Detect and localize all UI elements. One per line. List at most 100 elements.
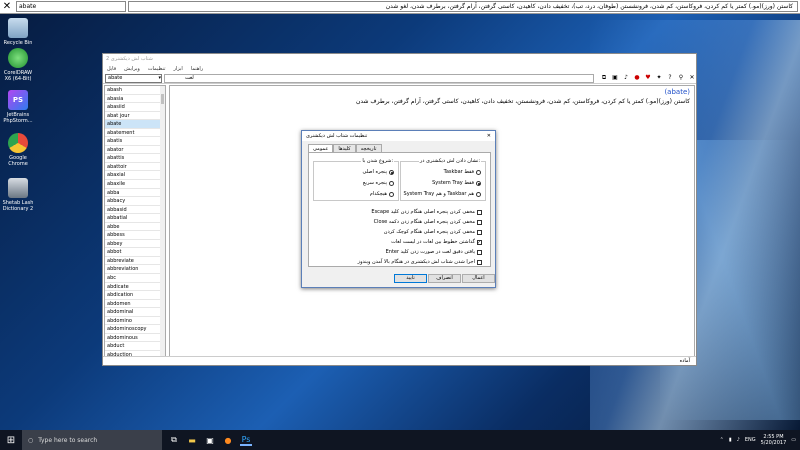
task-view-icon[interactable]: ⧉	[168, 434, 180, 446]
list-item[interactable]: abattis	[105, 154, 165, 163]
close-icon[interactable]: ✕	[0, 0, 14, 14]
list-item[interactable]: abbacy	[105, 197, 165, 206]
radio-main-window[interactable]: پنجره اصلی	[362, 169, 394, 175]
windows-start-icon[interactable]: ⊞	[0, 430, 22, 450]
taskbar-search[interactable]: ○ Type here to search	[22, 430, 162, 450]
radio-button[interactable]	[476, 169, 481, 175]
eye-icon[interactable]: ●	[633, 74, 641, 82]
list-item[interactable]: abbreviation	[105, 265, 165, 275]
list-item[interactable]: abat jour	[105, 112, 165, 121]
language-field[interactable]: لغت	[163, 73, 594, 83]
checkbox-run-at-startup[interactable]: اجرا شدن شتاب لش دیکشنری در هنگام بالا آ…	[358, 259, 482, 265]
desktop-icon-recycle-bin[interactable]: Recycle Bin	[2, 18, 34, 46]
radio-button[interactable]	[389, 191, 394, 197]
desktop-icon-shetab-dictionary[interactable]: Shetab Lash Dictionary 2	[2, 178, 34, 212]
list-item[interactable]: abbatial	[105, 214, 165, 223]
ok-button[interactable]: تایید	[394, 274, 427, 283]
list-item[interactable]: abdomino	[105, 317, 165, 326]
cancel-button[interactable]: انصراف	[428, 274, 461, 283]
quick-word-field[interactable]: abate	[16, 1, 126, 12]
list-item[interactable]: abbasid	[105, 206, 165, 215]
list-item[interactable]: abattoir	[105, 163, 165, 172]
heart-icon[interactable]: ♥	[644, 74, 652, 82]
file-explorer-icon[interactable]: ▬	[186, 434, 198, 446]
radio-button[interactable]	[476, 191, 481, 197]
list-item[interactable]: abasia	[105, 95, 165, 104]
list-item[interactable]: abduct	[105, 342, 165, 351]
desktop-icon-coreldraw[interactable]: CorelDRAW X6 (64-Bit)	[2, 48, 34, 82]
menu-help[interactable]: راهنما	[191, 66, 203, 72]
radio-tray-only[interactable]: فقط System Tray	[432, 180, 481, 186]
apply-button[interactable]: اعمال	[462, 274, 495, 283]
checkbox[interactable]: ✓	[477, 239, 482, 245]
radio-taskbar-only[interactable]: فقط Taskbar	[444, 169, 481, 175]
close-icon[interactable]: ✕	[688, 74, 696, 82]
desktop-icon-phpstorm[interactable]: PS JetBrains PhpStorm...	[2, 90, 34, 124]
pin-icon[interactable]: ⚲	[677, 74, 685, 82]
clock[interactable]: 2:55 PM 5/20/2017	[761, 434, 787, 446]
list-item[interactable]: abbey	[105, 240, 165, 249]
checkbox-hide-on-close[interactable]: مخفی کردن پنجره اصلی هنگام زدن دکمه Clos…	[374, 219, 482, 225]
menu-edit[interactable]: ویرایش	[124, 66, 140, 72]
list-item[interactable]: abasiid	[105, 103, 165, 112]
checkbox-exact-enter[interactable]: یافتن دقیق لغت در صورت زدن کلید Enter	[386, 249, 482, 255]
firefox-icon[interactable]: ●	[222, 434, 234, 446]
checkbox[interactable]	[477, 209, 482, 215]
chevron-down-icon[interactable]: ▾	[158, 75, 161, 82]
list-item[interactable]: abdicate	[105, 283, 165, 292]
speaker-icon[interactable]: ♪	[622, 74, 630, 82]
radio-button[interactable]	[389, 180, 394, 186]
radio-quick-window[interactable]: پنجره سریع	[363, 180, 394, 186]
list-item[interactable]: abbreviate	[105, 257, 165, 266]
list-item[interactable]: abbess	[105, 231, 165, 240]
list-item[interactable]: abatis	[105, 137, 165, 146]
checkbox-grid-lines[interactable]: ✓ گذاشتن خطوط بین لغات در لیست لغات	[391, 239, 482, 245]
list-item[interactable]: abaxile	[105, 180, 165, 189]
list-item[interactable]: abatement	[105, 129, 165, 138]
list-item[interactable]: abdomen	[105, 300, 165, 309]
photoshop-icon[interactable]: Ps	[240, 434, 252, 446]
list-item[interactable]: abash	[105, 86, 165, 95]
list-item[interactable]: abate	[105, 120, 165, 129]
paste-icon[interactable]: ▣	[611, 74, 619, 82]
desktop-icon-chrome[interactable]: Google Chrome	[2, 133, 34, 167]
radio-taskbar-and-tray[interactable]: هم Taskbar و هم System Tray	[404, 191, 481, 197]
radio-none[interactable]: هیچکدام	[370, 191, 394, 197]
list-item[interactable]: abdominous	[105, 334, 165, 343]
list-item[interactable]: abdication	[105, 291, 165, 300]
network-icon[interactable]: ▮	[729, 437, 732, 443]
startup-group: شروع شدن با: پنجره اصلی پنجره سریع هیچکد…	[313, 158, 399, 201]
list-item[interactable]: abba	[105, 189, 165, 198]
list-item[interactable]: abdominoscopy	[105, 325, 165, 334]
checkbox[interactable]	[477, 219, 482, 225]
list-item[interactable]: abbot	[105, 248, 165, 257]
list-item[interactable]: abc	[105, 274, 165, 283]
word-search-combo[interactable]: abate ▾	[105, 73, 162, 83]
checkbox[interactable]	[477, 229, 482, 235]
list-item[interactable]: abdominal	[105, 308, 165, 317]
radio-button[interactable]	[389, 169, 394, 175]
close-icon[interactable]: ✕	[487, 133, 491, 139]
menu-settings[interactable]: تنظیمات	[148, 66, 166, 72]
menu-tools[interactable]: ابزار	[173, 66, 182, 72]
checkbox[interactable]	[477, 249, 482, 255]
list-item[interactable]: abaxial	[105, 171, 165, 181]
checkbox-hide-on-minimize[interactable]: مخفی کردن پنجره اصلی هنگام کوچک کردن	[384, 229, 482, 235]
checkbox[interactable]	[477, 259, 482, 265]
notifications-icon[interactable]: ▭	[791, 437, 796, 443]
chevron-up-icon[interactable]: ⌃	[720, 437, 724, 443]
menu-file[interactable]: فایل	[107, 66, 116, 72]
word-list[interactable]: abash abasia abasiid abat jour abate abatemen…	[104, 85, 166, 357]
help-icon[interactable]: ?	[666, 74, 674, 82]
language-indicator[interactable]: ENG	[745, 437, 756, 443]
volume-icon[interactable]: ♪	[737, 437, 740, 443]
word-list-scrollbar[interactable]	[160, 86, 165, 356]
list-item[interactable]: abbe	[105, 223, 165, 232]
radio-button[interactable]	[476, 180, 481, 186]
favorites-icon[interactable]: ✦	[655, 74, 663, 82]
checkbox-hide-on-escape[interactable]: مخفی کردن پنجره اصلی هنگام زدن کلید Esca…	[371, 209, 482, 215]
scrollbar-thumb[interactable]	[161, 94, 164, 104]
list-item[interactable]: abator	[105, 146, 165, 155]
copy-icon[interactable]: ⧉	[600, 74, 608, 82]
store-icon[interactable]: ▣	[204, 434, 216, 446]
